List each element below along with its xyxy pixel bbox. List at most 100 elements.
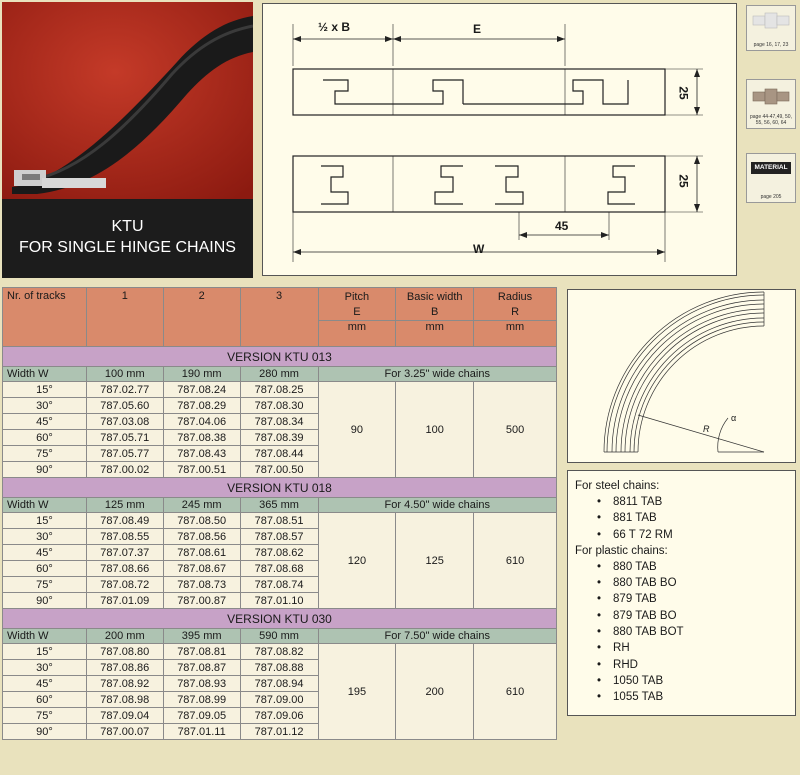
steel-chain-list: • 8811 TAB • 881 TAB • 66 T 72 RM bbox=[575, 494, 795, 543]
angle-cell: 60° bbox=[2, 560, 87, 577]
radius-value: 500 bbox=[473, 381, 557, 478]
angle-cell: 15° bbox=[2, 381, 87, 398]
width-col-1: 200 mm bbox=[85, 628, 164, 644]
chain-width-note: For 7.50" wide chains bbox=[317, 628, 557, 644]
width-col-2: 190 mm bbox=[162, 366, 241, 382]
width-row: Width W 200 mm 395 mm 590 mm For 7.50" wide … bbox=[2, 628, 557, 644]
version-title: VERSION KTU 013 bbox=[2, 346, 557, 367]
angle-cell: 75° bbox=[2, 707, 87, 724]
chain-list-item: • RHD bbox=[575, 657, 795, 673]
height-label-bottom: 25 bbox=[676, 174, 691, 188]
basic-width-label: Basic width bbox=[406, 291, 463, 303]
chain-name: 880 TAB BO bbox=[613, 577, 677, 590]
article-cell-3: 787.08.94 bbox=[239, 675, 319, 692]
width-col-3: 365 mm bbox=[239, 497, 319, 513]
spec-table-grid: Nr. of tracks 1 2 3 Pitch E Basic width B … bbox=[2, 287, 557, 740]
chain-width-note: For 3.25" wide chains bbox=[317, 366, 557, 382]
pitch-header: Pitch E bbox=[317, 287, 397, 321]
article-cell-2: 787.08.87 bbox=[162, 659, 241, 676]
width-col-1: 125 mm bbox=[85, 497, 164, 513]
article-cell-3: 787.08.57 bbox=[239, 528, 319, 545]
chain-name: 66 T 72 RM bbox=[613, 528, 673, 541]
article-cell-2: 787.04.06 bbox=[162, 413, 241, 430]
side-icon-chain[interactable]: page 16, 17, 23 bbox=[746, 5, 796, 51]
article-cell-2: 787.08.93 bbox=[162, 675, 241, 692]
angle-cell: 90° bbox=[2, 461, 87, 478]
e-label: E bbox=[473, 22, 482, 36]
chain-list-item: • 879 TAB bbox=[575, 591, 795, 607]
article-cell-3: 787.08.68 bbox=[239, 560, 319, 577]
plastic-chain-list: • 880 TAB • 880 TAB BO • 879 TAB • 879 TAB BO • 8… bbox=[575, 559, 795, 706]
angle-cell: 30° bbox=[2, 397, 87, 414]
chain-list: For steel chains: • 8811 TAB • 881 TAB • 66 T… bbox=[567, 470, 796, 716]
article-cell-3: 787.00.50 bbox=[239, 461, 319, 478]
pitch-label: Pitch bbox=[344, 291, 370, 303]
article-cell-1: 787.00.07 bbox=[85, 723, 164, 740]
photo-caption: KTU FOR SINGLE HINGE CHAINS bbox=[2, 199, 253, 278]
side-icon-material[interactable]: MATERIAL page 205 bbox=[746, 153, 796, 203]
article-cell-3: 787.08.30 bbox=[239, 397, 319, 414]
basic-width-value: 100 bbox=[395, 381, 475, 478]
chain-list-item: • 881 TAB bbox=[575, 510, 795, 526]
article-cell-1: 787.08.55 bbox=[85, 528, 164, 545]
chain-list-item: • 880 TAB BO bbox=[575, 575, 795, 591]
width-col-1: 100 mm bbox=[85, 366, 164, 382]
article-cell-3: 787.08.25 bbox=[239, 381, 319, 398]
width-col-2: 395 mm bbox=[162, 628, 241, 644]
angle-cell: 60° bbox=[2, 429, 87, 446]
tracks-col-2: 2 bbox=[162, 287, 241, 347]
w-label: W bbox=[473, 242, 485, 256]
curve-quadrant-drawing bbox=[603, 291, 765, 453]
article-cell-3: 787.08.44 bbox=[239, 445, 319, 462]
article-cell-3: 787.01.10 bbox=[239, 592, 319, 609]
chain-list-item: • 8811 TAB bbox=[575, 494, 795, 510]
tracks-col-1: 1 bbox=[85, 287, 164, 347]
angle-cell: 15° bbox=[2, 512, 87, 529]
article-cell-1: 787.08.80 bbox=[85, 643, 164, 660]
chain-name: 880 TAB bbox=[613, 560, 657, 573]
angle-cell: 15° bbox=[2, 643, 87, 660]
table-row: 15° 787.02.77 787.08.24 787.08.25 90 100 500 bbox=[2, 381, 557, 478]
article-cell-2: 787.08.67 bbox=[162, 560, 241, 577]
article-cell-2: 787.08.73 bbox=[162, 576, 241, 593]
article-cell-3: 787.08.74 bbox=[239, 576, 319, 593]
version-header-row: VERSION KTU 018 bbox=[2, 477, 557, 498]
radius-header: Radius R bbox=[473, 287, 557, 321]
chain-list-item: • 880 TAB bbox=[575, 559, 795, 575]
article-cell-3: 787.08.82 bbox=[239, 643, 319, 660]
chain-name: 880 TAB BOT bbox=[613, 626, 684, 639]
radius-symbol: R bbox=[511, 306, 520, 318]
width-label: Width W bbox=[2, 628, 87, 644]
side-icon-plastic-chain[interactable]: page 44-47,49, 50, 55, 56, 60, 64 bbox=[746, 79, 796, 129]
article-cell-3: 787.09.06 bbox=[239, 707, 319, 724]
chain-name: 1050 TAB bbox=[613, 674, 664, 687]
angle-cell: 30° bbox=[2, 659, 87, 676]
article-cell-2: 787.08.43 bbox=[162, 445, 241, 462]
chain-icon bbox=[752, 12, 790, 29]
article-cell-1: 787.09.04 bbox=[85, 707, 164, 724]
article-cell-2: 787.08.24 bbox=[162, 381, 241, 398]
width-label: Width W bbox=[2, 366, 87, 382]
article-cell-2: 787.08.56 bbox=[162, 528, 241, 545]
chain-name: RH bbox=[613, 642, 630, 655]
version-header-row: VERSION KTU 013 bbox=[2, 346, 557, 367]
table-row: 15° 787.08.49 787.08.50 787.08.51 120 125 610 bbox=[2, 512, 557, 609]
height-label-top: 25 bbox=[676, 86, 691, 100]
article-cell-1: 787.02.77 bbox=[85, 381, 164, 398]
chain-list-item: • 1055 TAB bbox=[575, 689, 795, 705]
angle-cell: 75° bbox=[2, 445, 87, 462]
article-cell-2: 787.00.87 bbox=[162, 592, 241, 609]
article-cell-1: 787.08.66 bbox=[85, 560, 164, 577]
version-header-row: VERSION KTU 030 bbox=[2, 608, 557, 629]
track-profile-drawing bbox=[292, 24, 703, 262]
half-b-label: ½ x B bbox=[318, 20, 351, 34]
track-photo-image bbox=[2, 2, 253, 202]
article-cell-2: 787.08.50 bbox=[162, 512, 241, 529]
article-cell-3: 787.09.00 bbox=[239, 691, 319, 708]
article-cell-2: 787.08.99 bbox=[162, 691, 241, 708]
width-row: Width W 100 mm 190 mm 280 mm For 3.25" wide … bbox=[2, 366, 557, 382]
side-icon-chain-text: page 16, 17, 23 bbox=[753, 42, 789, 48]
article-cell-1: 787.08.98 bbox=[85, 691, 164, 708]
angle-cell: 75° bbox=[2, 576, 87, 593]
pitch-unit: mm bbox=[317, 320, 397, 347]
